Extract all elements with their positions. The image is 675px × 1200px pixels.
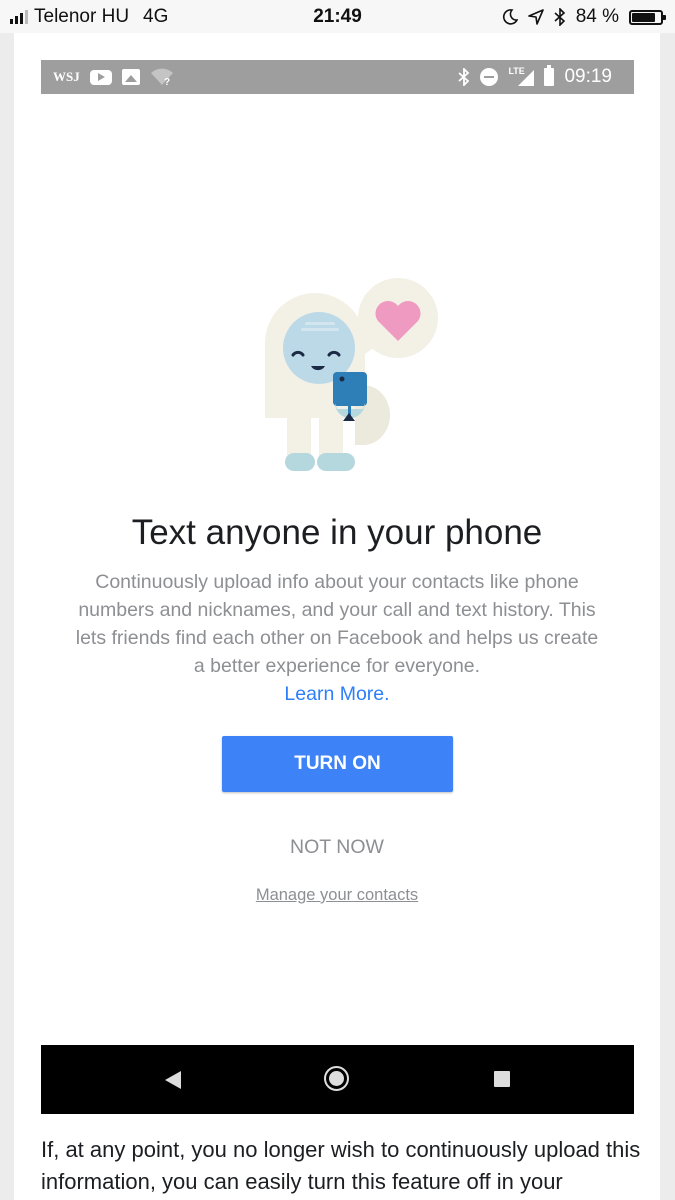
character-illustration (265, 278, 438, 471)
turn-on-button[interactable]: TURN ON (222, 736, 453, 792)
android-nav-bar (41, 1045, 634, 1114)
dialog-body-text: Continuously upload info about your cont… (75, 571, 599, 677)
character-leg-left (287, 418, 311, 458)
dialog-body: Continuously upload info about your cont… (74, 568, 600, 708)
do-not-disturb-icon (480, 68, 499, 86)
ios-status-bar: Telenor HU 4G 21:49 84 % (0, 0, 675, 33)
lte-signal-icon: LTE (508, 66, 535, 86)
svg-text:?: ? (164, 77, 170, 86)
home-icon[interactable] (324, 1066, 349, 1091)
wifi-question-icon: ? (150, 68, 173, 86)
battery-icon (544, 65, 555, 86)
dialog-headline: Text anyone in your phone (131, 513, 543, 552)
battery-percent: 84 % (575, 6, 619, 27)
moon-icon (502, 9, 518, 25)
youtube-icon (89, 69, 112, 85)
image-icon (121, 69, 140, 85)
bluetooth-icon (554, 8, 565, 26)
android-status-left: WSJ ? (53, 68, 174, 86)
bluetooth-icon (458, 68, 470, 86)
recents-icon[interactable] (494, 1071, 510, 1087)
not-now-button[interactable]: NOT NOW (14, 836, 660, 859)
article-paragraph: If, at any point, you no longer wish to … (41, 1137, 641, 1194)
back-icon[interactable] (165, 1071, 181, 1089)
status-right: 84 % (502, 6, 666, 28)
wsj-label: WSJ (53, 69, 80, 84)
android-time: 09:19 (564, 66, 612, 87)
article-container: WSJ ? LTE 09:19 Text anyone in your phon… (14, 33, 660, 1200)
manage-contacts-link[interactable]: Manage your contacts (14, 886, 660, 905)
learn-more-period: . (384, 683, 390, 705)
android-status-right: LTE 09:19 (458, 65, 612, 88)
battery-icon (629, 9, 666, 25)
location-icon (527, 9, 544, 25)
character-leg-right (319, 418, 343, 458)
learn-more-link[interactable]: Learn More (284, 683, 384, 705)
character-foot-right (317, 453, 355, 471)
character-foot-left (285, 453, 315, 471)
android-status-bar: WSJ ? LTE 09:19 (41, 60, 634, 94)
